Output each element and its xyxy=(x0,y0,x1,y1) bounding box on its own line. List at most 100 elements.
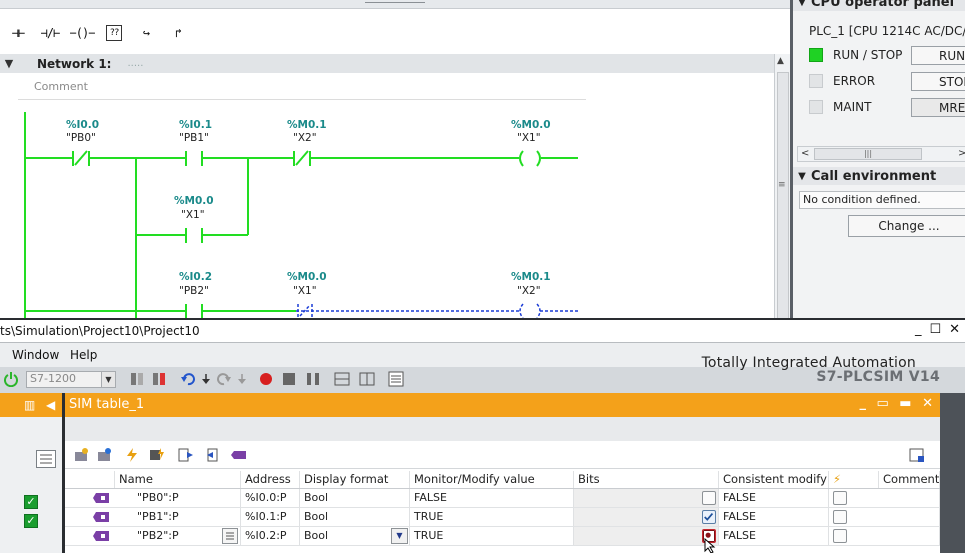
row-comment[interactable] xyxy=(879,527,940,545)
row-consistent[interactable]: FALSE xyxy=(719,489,829,507)
pause-icon[interactable] xyxy=(305,371,321,387)
close-button[interactable]: ✕ xyxy=(949,322,960,337)
split-horizontal-icon[interactable] xyxy=(334,371,350,387)
row-value[interactable]: FALSE xyxy=(410,489,574,507)
table-settings-icon[interactable] xyxy=(909,447,925,463)
col-name[interactable]: Name xyxy=(115,471,241,488)
tag-x2-r3: "X2" xyxy=(517,285,541,297)
col-consistent-modify[interactable]: Consistent modify xyxy=(719,471,829,488)
tree-check-2[interactable]: ✓ xyxy=(24,514,38,528)
chevron-down-icon[interactable]: ▼ xyxy=(101,372,115,387)
tag-browse-icon[interactable] xyxy=(222,528,238,544)
col-monitor-value[interactable]: Monitor/Modify value xyxy=(410,471,574,488)
network-header[interactable]: ▼ Network 1: ..... xyxy=(0,54,775,73)
col-address[interactable]: Address xyxy=(241,471,300,488)
modify-now-icon[interactable] xyxy=(124,447,140,463)
addr-m00-r3: %M0.0 xyxy=(287,271,327,283)
stop-button[interactable]: STOP xyxy=(911,72,965,91)
record-icon[interactable] xyxy=(258,371,274,387)
table-row[interactable]: "PB0":P %I0.0:P Bool FALSE FALSE xyxy=(65,489,940,508)
row-name[interactable]: "PB0":P xyxy=(115,489,241,507)
maximize-button[interactable]: ☐ xyxy=(929,322,941,337)
scroll-thumb[interactable] xyxy=(777,72,789,318)
open-branch-icon[interactable]: ↪ xyxy=(130,19,162,47)
normally-closed-contact-icon[interactable]: ⊣/⊢ xyxy=(34,19,66,47)
row-comment[interactable] xyxy=(879,489,940,507)
menu-window[interactable]: Window xyxy=(12,348,59,362)
row-name[interactable]: "PB1":P xyxy=(115,508,241,526)
tag-table-icon[interactable] xyxy=(231,447,247,463)
add-row-icon[interactable] xyxy=(73,447,89,463)
modify-checkbox[interactable] xyxy=(833,491,847,505)
row-consistent[interactable]: FALSE xyxy=(719,527,829,545)
collapse-chevron-icon[interactable]: ▼ xyxy=(793,171,811,182)
stop-icon[interactable] xyxy=(281,371,297,387)
modify-checkbox[interactable] xyxy=(833,529,847,543)
editor-vertical-scrollbar[interactable]: ▲ ≡ xyxy=(774,54,790,318)
collapse-chevron-icon[interactable]: ▼ xyxy=(793,0,811,8)
list-view-icon[interactable] xyxy=(36,450,56,468)
coil-icon[interactable]: −()− xyxy=(66,19,98,47)
upload-icon[interactable] xyxy=(151,371,167,387)
row-address[interactable]: %I0.2:P xyxy=(241,527,300,545)
editor-top-splitter[interactable] xyxy=(0,0,790,9)
bit-checkbox-checked[interactable] xyxy=(702,510,716,524)
change-button[interactable]: Change ... xyxy=(848,215,965,237)
col-bits[interactable]: Bits xyxy=(574,471,719,488)
modify-all-icon[interactable] xyxy=(149,447,165,463)
error-row: ERROR STOP xyxy=(809,70,965,92)
row-address[interactable]: %I0.1:P xyxy=(241,508,300,526)
download-to-device-icon[interactable] xyxy=(129,371,145,387)
project-view-icon[interactable] xyxy=(388,371,404,387)
menu-help[interactable]: Help xyxy=(70,348,97,362)
scroll-up-icon[interactable]: ▲ xyxy=(777,56,784,66)
undo-dropdown-icon[interactable] xyxy=(198,371,214,387)
empty-box-icon[interactable]: ?? xyxy=(106,24,122,41)
power-icon[interactable] xyxy=(3,371,19,387)
run-stop-label: RUN / STOP xyxy=(833,48,903,62)
network-title-field[interactable]: ..... xyxy=(127,58,143,69)
pin-icon[interactable]: ▥ xyxy=(24,398,35,412)
col-display-format[interactable]: Display format xyxy=(300,471,410,488)
row-format[interactable]: Bool xyxy=(300,508,410,526)
call-environment-header[interactable]: ▼ Call environment xyxy=(793,167,965,185)
scroll-left-icon[interactable]: < xyxy=(801,148,809,159)
cpu-panel-horizontal-scrollbar[interactable]: < ||| > xyxy=(797,146,965,162)
close-branch-icon[interactable]: ↱ xyxy=(162,19,194,47)
redo-icon[interactable] xyxy=(216,371,232,387)
table-row[interactable]: "PB1":P %I0.1:P Bool TRUE FALSE xyxy=(65,508,940,527)
insert-row-icon[interactable] xyxy=(96,447,112,463)
split-vertical-icon[interactable] xyxy=(359,371,375,387)
mres-button[interactable]: MRES xyxy=(911,98,965,117)
minimize-button[interactable]: _ xyxy=(915,322,922,337)
row-value[interactable]: TRUE xyxy=(410,508,574,526)
row-format[interactable]: Bool xyxy=(300,489,410,507)
row-comment[interactable] xyxy=(879,508,940,526)
row-address[interactable]: %I0.0:P xyxy=(241,489,300,507)
collapse-left-icon[interactable]: ◀ xyxy=(46,398,55,412)
redo-dropdown-icon[interactable] xyxy=(234,371,250,387)
table-row[interactable]: "PB2":P %I0.2:P Bool ▼ TRUE FALSE xyxy=(65,527,940,546)
tree-check-1[interactable]: ✓ xyxy=(24,495,38,509)
col-comment[interactable]: Comment xyxy=(879,471,940,488)
undo-icon[interactable] xyxy=(180,371,196,387)
addr-m01-r3: %M0.1 xyxy=(511,271,551,283)
cpu-type-select[interactable]: S7-1200 ▼ xyxy=(26,371,116,388)
scroll-right-icon[interactable]: > xyxy=(958,148,965,159)
run-button[interactable]: RUN xyxy=(911,46,965,65)
normally-open-contact-icon[interactable]: ⊣⊢ xyxy=(2,19,34,47)
modify-checkbox[interactable] xyxy=(833,510,847,524)
cpu-panel-header[interactable]: ▼ CPU operator panel xyxy=(793,0,965,11)
export-icon[interactable] xyxy=(178,447,194,463)
bit-checkbox[interactable] xyxy=(702,491,716,505)
import-icon[interactable] xyxy=(202,447,218,463)
row-consistent[interactable]: FALSE xyxy=(719,508,829,526)
tag-icon xyxy=(93,493,109,503)
collapse-triangle-icon[interactable]: ▼ xyxy=(0,57,18,70)
format-dropdown-icon[interactable]: ▼ xyxy=(391,528,408,544)
scroll-thumb-h[interactable]: ||| xyxy=(814,148,922,160)
network-comment[interactable]: Comment xyxy=(18,78,586,100)
col-modify-lightning-icon[interactable]: ⚡ xyxy=(829,471,879,488)
sim-table-window-controls[interactable]: _ ▭ ▬ ✕ xyxy=(859,396,936,411)
row-value[interactable]: TRUE xyxy=(410,527,574,545)
